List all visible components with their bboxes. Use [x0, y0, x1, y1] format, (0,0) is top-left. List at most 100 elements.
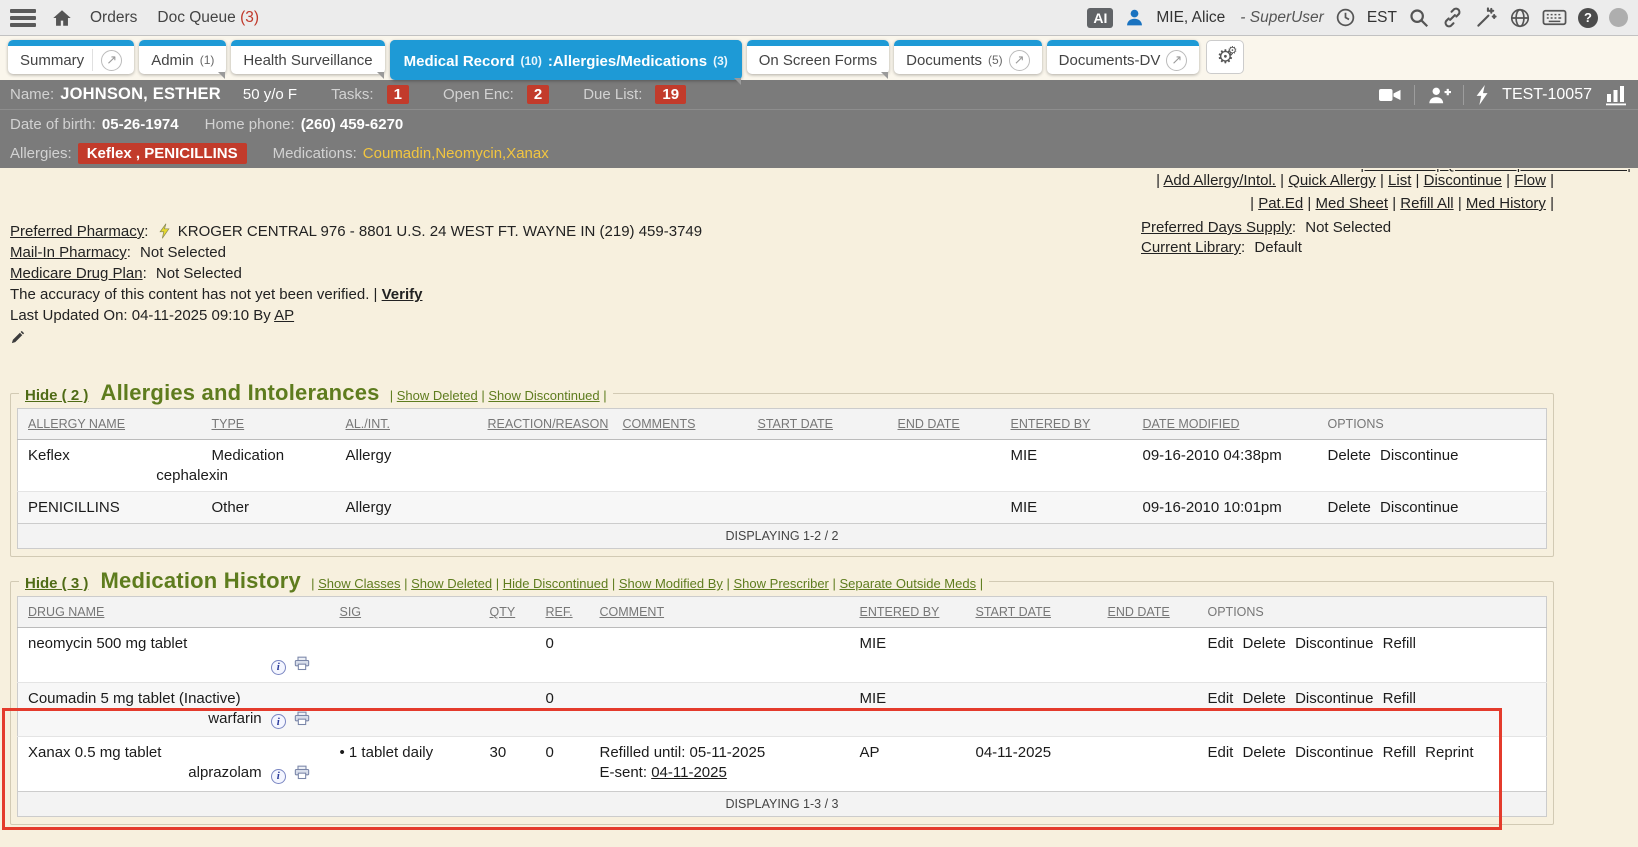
pat-ed-link[interactable]: Pat.Ed — [1250, 195, 1303, 212]
nav-orders[interactable]: Orders — [90, 9, 137, 27]
col-drug-name[interactable]: DRUG NAME — [18, 597, 330, 628]
show-deleted-link[interactable]: Show Deleted — [404, 576, 492, 591]
show-modified-by-link[interactable]: Show Modified By — [612, 576, 723, 591]
tab-on-screen-forms[interactable]: On Screen Forms — [747, 40, 889, 74]
tasks-count-badge[interactable]: 1 — [387, 85, 409, 104]
discontinue-link[interactable]: Discontinue — [1380, 499, 1458, 516]
col-reaction[interactable]: REACTION/REASON — [478, 409, 613, 440]
tab-summary[interactable]: Summary ↗ — [8, 40, 134, 74]
mail-in-pharmacy-link[interactable]: Mail-In Pharmacy — [10, 244, 131, 261]
drug-info-icon[interactable]: i — [271, 660, 286, 675]
hamburger-menu-icon[interactable] — [10, 9, 36, 27]
discontinue-link[interactable]: Discontinue — [1380, 447, 1458, 464]
keyboard-icon[interactable] — [1542, 7, 1567, 28]
due-list-count-badge[interactable]: 19 — [655, 85, 686, 104]
home-icon[interactable] — [50, 6, 74, 30]
separate-outside-meds-link[interactable]: Separate Outside Meds — [833, 576, 977, 591]
link-icon[interactable] — [1441, 6, 1464, 29]
open-external-icon[interactable]: ↗ — [1009, 50, 1030, 71]
col-start-date[interactable]: START DATE — [748, 409, 888, 440]
medication-link[interactable]: Coumadin — [363, 145, 436, 162]
col-date-modified[interactable]: DATE MODIFIED — [1133, 409, 1318, 440]
preferred-days-supply-link[interactable]: Preferred Days Supply — [1141, 219, 1296, 236]
search-icon[interactable] — [1408, 7, 1430, 29]
delete-link[interactable]: Delete — [1328, 499, 1371, 516]
col-start-date[interactable]: START DATE — [966, 597, 1098, 628]
tab-admin[interactable]: Admin (1) — [139, 40, 226, 74]
discontinue-link[interactable]: Discontinue — [1295, 690, 1373, 707]
col-sig[interactable]: SIG — [330, 597, 480, 628]
refill-link[interactable]: Refill — [1383, 744, 1416, 761]
updated-by-link[interactable]: AP — [274, 307, 294, 324]
medicare-drug-plan-link[interactable]: Medicare Drug Plan — [10, 265, 147, 282]
video-camera-icon[interactable] — [1378, 85, 1402, 105]
refill-link[interactable]: Refill — [1383, 635, 1416, 652]
edit-link[interactable]: Edit — [1208, 744, 1234, 761]
print-icon[interactable] — [294, 656, 310, 671]
show-classes-link[interactable]: Show Classes — [311, 576, 400, 591]
reprint-link[interactable]: Reprint — [1425, 744, 1473, 761]
preferred-pharmacy-link[interactable]: Preferred Pharmacy — [10, 223, 148, 240]
med-history-link[interactable]: Med History — [1458, 195, 1546, 212]
tab-documents[interactable]: Documents (5) ↗ — [894, 40, 1042, 74]
nav-doc-queue[interactable]: Doc Queue (3) — [157, 9, 259, 27]
bar-chart-icon[interactable] — [1604, 84, 1628, 106]
current-library-link[interactable]: Current Library — [1141, 239, 1245, 256]
drug-info-icon[interactable]: i — [271, 714, 286, 729]
lightning-bolt-icon[interactable] — [1476, 85, 1490, 105]
open-enc-count-badge[interactable]: 2 — [527, 85, 549, 104]
show-discontinued-link[interactable]: Show Discontinued — [481, 388, 599, 403]
discontinue-link[interactable]: Discontinue — [1295, 635, 1373, 652]
tab-documents-dv[interactable]: Documents-DV ↗ — [1047, 40, 1200, 74]
col-comments[interactable]: COMMENTS — [613, 409, 748, 440]
globe-icon[interactable] — [1509, 7, 1531, 29]
delete-link[interactable]: Delete — [1243, 744, 1286, 761]
hide-allergies-link[interactable]: Hide ( 2 ) — [25, 387, 88, 404]
edit-pencil-icon[interactable] — [10, 330, 702, 345]
medication-link[interactable]: Neomycin — [435, 145, 506, 162]
tab-settings-gear-icon[interactable]: ⚙⚙ — [1206, 40, 1244, 74]
show-prescriber-link[interactable]: Show Prescriber — [727, 576, 829, 591]
add-person-icon[interactable] — [1427, 85, 1451, 105]
col-type[interactable]: TYPE — [202, 409, 336, 440]
hide-discontinued-link[interactable]: Hide Discontinued — [496, 576, 609, 591]
user-name[interactable]: MIE, Alice — [1156, 9, 1225, 27]
col-qty[interactable]: QTY — [480, 597, 536, 628]
print-icon[interactable] — [294, 711, 310, 726]
magic-wand-icon[interactable] — [1475, 6, 1498, 29]
col-comment[interactable]: COMMENT — [590, 597, 850, 628]
allergies-badge[interactable]: Keflex , PENICILLINS — [78, 143, 247, 164]
col-al-int[interactable]: AL./INT. — [336, 409, 478, 440]
delete-link[interactable]: Delete — [1243, 635, 1286, 652]
delete-link[interactable]: Delete — [1243, 690, 1286, 707]
tab-health-surveillance[interactable]: Health Surveillance — [231, 40, 384, 74]
drug-info-icon[interactable]: i — [271, 769, 286, 784]
refill-all-link[interactable]: Refill All — [1392, 195, 1453, 212]
drug-name: Coumadin 5 mg tablet (Inactive) — [28, 690, 241, 707]
col-allergy-name[interactable]: ALLERGY NAME — [18, 409, 202, 440]
open-external-icon[interactable]: ↗ — [101, 50, 122, 71]
tab-medical-record[interactable]: Medical Record (10):Allergies/Medication… — [390, 40, 742, 80]
refill-link[interactable]: Refill — [1383, 690, 1416, 707]
medication-link[interactable]: Xanax — [506, 145, 549, 162]
col-entered-by[interactable]: ENTERED BY — [1001, 409, 1133, 440]
delete-link[interactable]: Delete — [1328, 447, 1371, 464]
ai-badge[interactable]: AI — [1087, 8, 1113, 28]
add-allergy-link[interactable]: Add Allergy/Intol. — [1156, 172, 1276, 189]
clock-icon[interactable] — [1335, 7, 1356, 28]
esent-date-link[interactable]: 04-11-2025 — [651, 764, 727, 781]
col-entered-by[interactable]: ENTERED BY — [850, 597, 966, 628]
med-sheet-link[interactable]: Med Sheet — [1307, 195, 1388, 212]
col-ref[interactable]: REF. — [536, 597, 590, 628]
print-icon[interactable] — [294, 765, 310, 780]
edit-link[interactable]: Edit — [1208, 690, 1234, 707]
help-icon[interactable]: ? — [1578, 8, 1598, 28]
show-deleted-link[interactable]: Show Deleted — [390, 388, 478, 403]
verify-link[interactable]: Verify — [382, 286, 423, 303]
edit-link[interactable]: Edit — [1208, 635, 1234, 652]
col-end-date[interactable]: END DATE — [888, 409, 1001, 440]
discontinue-link[interactable]: Discontinue — [1295, 744, 1373, 761]
hide-medications-link[interactable]: Hide ( 3 ) — [25, 575, 88, 592]
col-end-date[interactable]: END DATE — [1098, 597, 1198, 628]
open-external-icon[interactable]: ↗ — [1166, 50, 1187, 71]
